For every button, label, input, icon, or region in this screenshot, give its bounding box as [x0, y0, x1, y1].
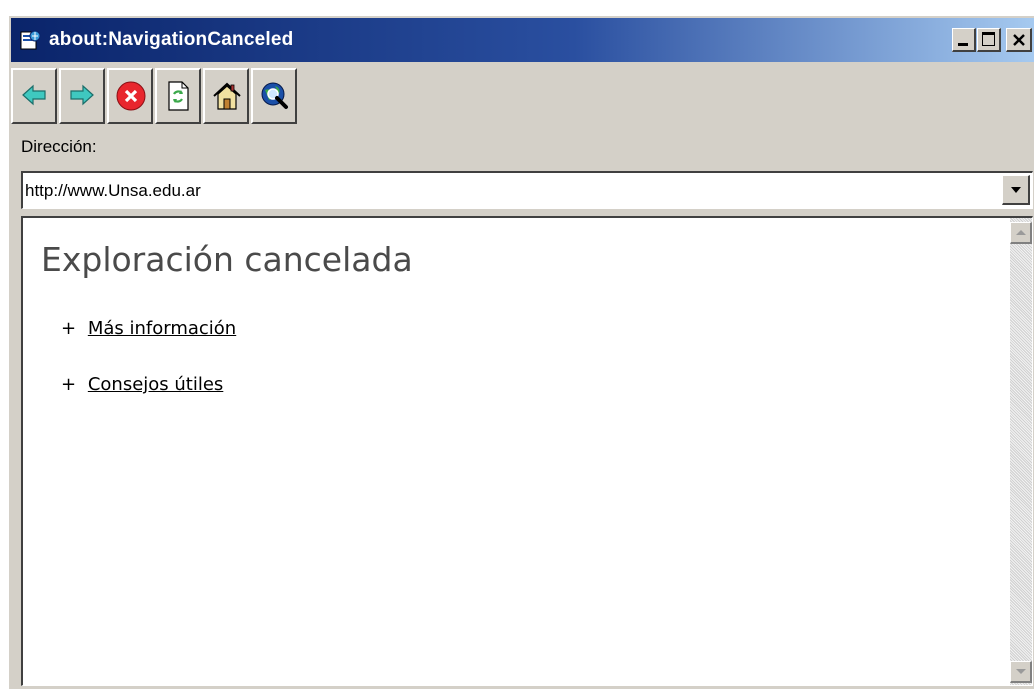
scroll-up-button[interactable]	[1010, 222, 1032, 244]
search-globe-icon	[261, 82, 288, 109]
expand-plus: +	[61, 374, 77, 395]
arrow-right-icon	[70, 84, 94, 106]
vertical-scrollbar[interactable]	[1010, 218, 1032, 685]
home-icon	[213, 82, 241, 110]
address-input[interactable]	[25, 179, 985, 203]
back-button[interactable]	[11, 68, 57, 124]
useful-tips-link[interactable]: Consejos útiles	[88, 374, 223, 395]
refresh-button[interactable]	[155, 68, 201, 124]
page-title: Exploración cancelada	[41, 240, 413, 279]
arrow-left-icon	[22, 84, 46, 106]
scroll-down-button[interactable]	[1010, 661, 1032, 683]
minimize-button[interactable]	[952, 28, 976, 52]
close-icon	[1013, 34, 1025, 46]
list-item: + Consejos útiles	[61, 374, 223, 395]
maximize-button[interactable]	[977, 28, 1001, 52]
address-label: Dirección:	[21, 137, 97, 156]
browser-window: about:NavigationCanceled Dirección: http…	[8, 15, 1034, 689]
title-bar[interactable]: about:NavigationCanceled	[11, 18, 1034, 62]
home-button[interactable]	[203, 68, 249, 124]
expand-plus: +	[61, 318, 77, 339]
window-title: about:NavigationCanceled	[49, 29, 294, 50]
address-bar[interactable]	[21, 171, 1033, 209]
stop-icon	[116, 81, 146, 111]
address-dropdown-button[interactable]	[1002, 175, 1030, 205]
browser-page-icon	[20, 30, 41, 50]
search-button[interactable]	[251, 68, 297, 124]
forward-button[interactable]	[59, 68, 105, 124]
more-info-link[interactable]: Más información	[88, 318, 236, 339]
list-item: + Más información	[61, 318, 236, 339]
stop-button[interactable]	[107, 68, 153, 124]
refresh-icon	[168, 81, 189, 111]
page-content: Exploración cancelada + Más información …	[21, 216, 1033, 686]
close-button[interactable]	[1006, 28, 1032, 52]
